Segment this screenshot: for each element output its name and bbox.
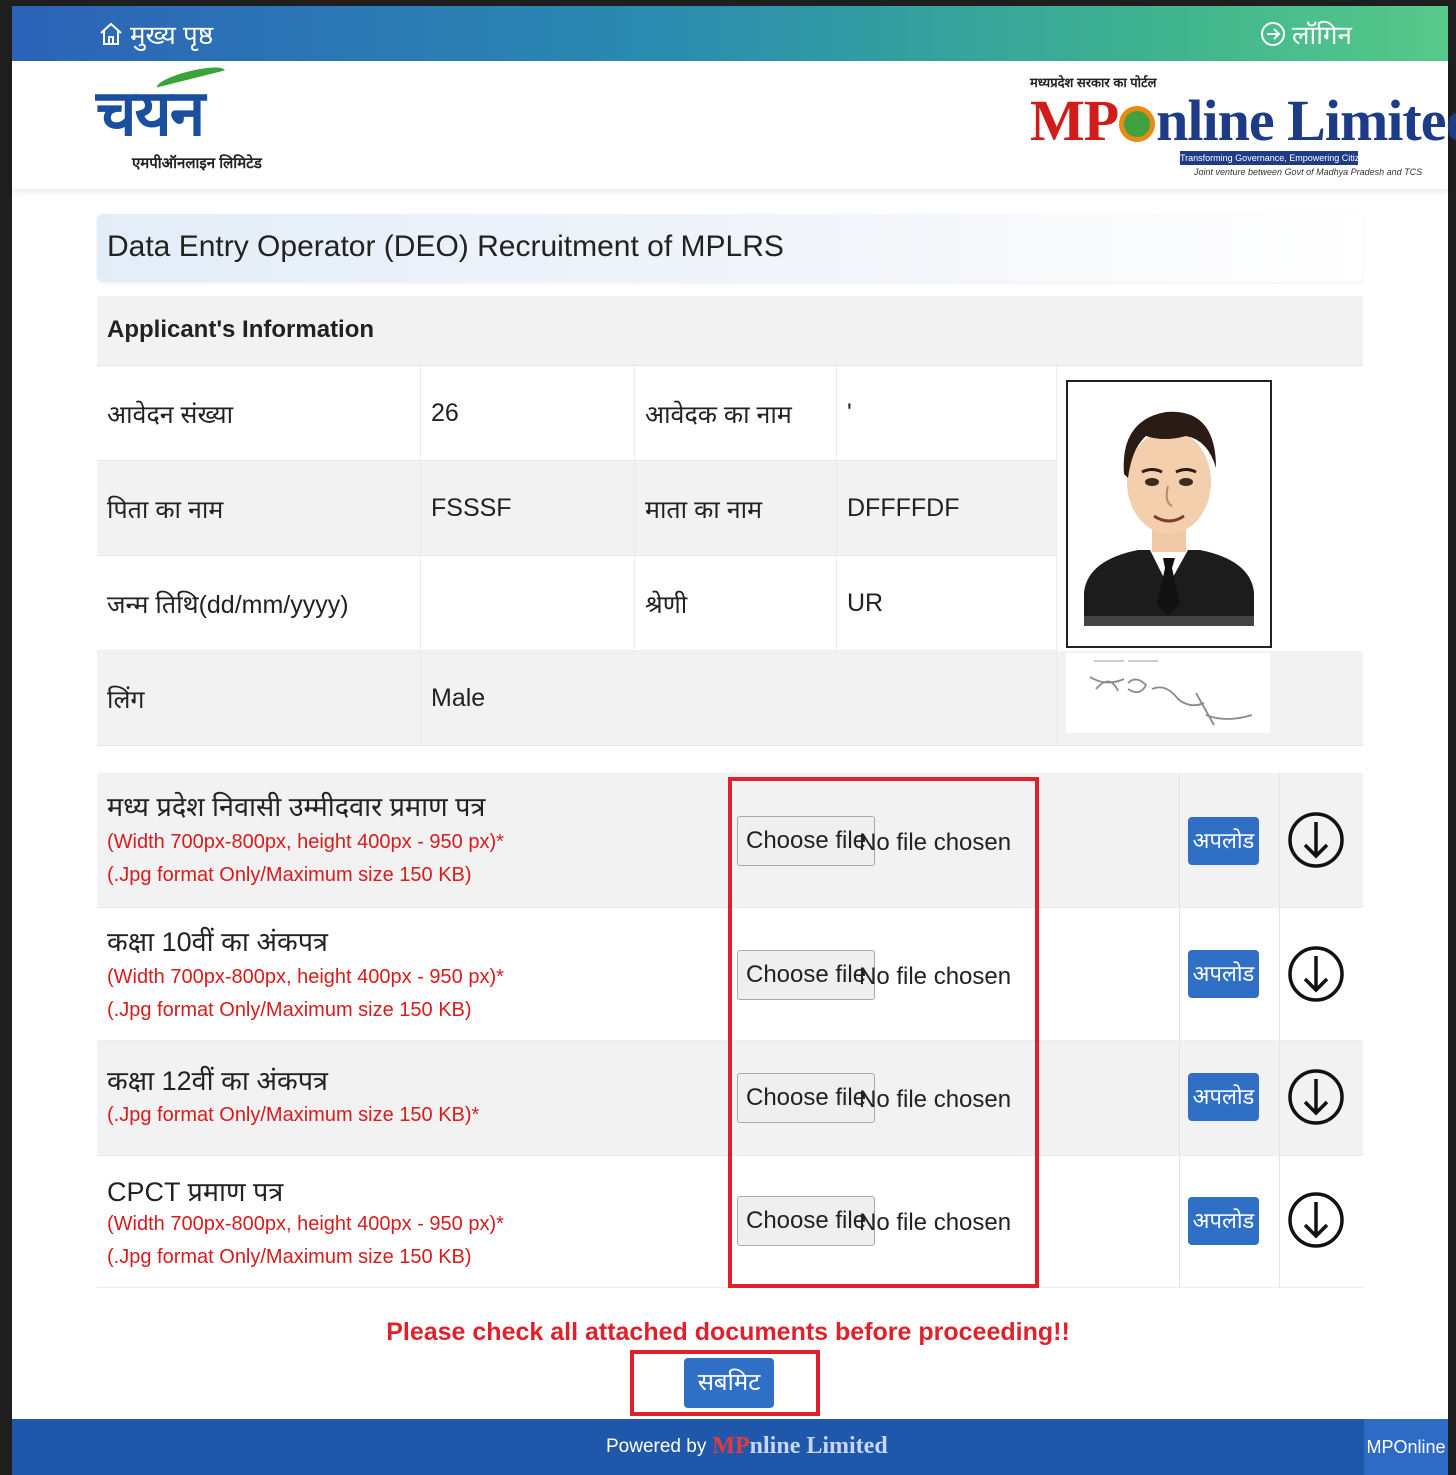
mponline-logo-strip: Transforming Governance, Empowering Citi…	[1180, 151, 1358, 165]
mponline-logo-small: Joint venture between Govt of Madhya Pra…	[1194, 167, 1423, 177]
column-divider	[1179, 908, 1180, 1040]
footer-brand-mp: MP	[712, 1433, 750, 1459]
page-title: Data Entry Operator (DEO) Recruitment of…	[107, 230, 784, 263]
download-arrow-icon[interactable]	[1287, 1055, 1345, 1139]
info-label: जन्म तिथि(dd/mm/yyyy)	[97, 556, 421, 651]
login-arrow-icon	[1260, 22, 1285, 46]
upload-row-hint: (.Jpg format Only/Maximum size 150 KB)*	[107, 1104, 480, 1126]
powered-by: Powered by MPnline Limited	[606, 1433, 888, 1460]
gender-value: Male	[421, 651, 1057, 746]
footer-brand-rest: nline Limited	[749, 1433, 888, 1459]
applicant-photo	[1066, 380, 1272, 648]
applicant-info-header: Applicant's Information	[97, 296, 1363, 366]
info-value: 26	[421, 366, 635, 461]
powered-by-label: Powered by	[606, 1435, 707, 1457]
column-divider	[1179, 773, 1180, 907]
info-row: जन्म तिथि(dd/mm/yyyy) श्रेणी UR	[97, 556, 1057, 651]
upload-row-title: कक्षा 12वीं का अंकपत्र	[107, 1066, 328, 1096]
submit-button[interactable]: सबमिट करें	[684, 1358, 774, 1446]
column-divider	[1279, 1156, 1280, 1287]
home-icon	[100, 22, 122, 45]
brand-mp: MP	[1030, 88, 1119, 153]
site-footer: Powered by MPnline Limited MPOnline	[12, 1419, 1448, 1475]
documents-warning: Please check all attached documents befo…	[386, 1318, 1070, 1346]
site-header: चयन एमपीऑनलाइन लिमिटेड मध्यप्रदेश सरकार …	[12, 61, 1456, 189]
upload-row-hint: (Width 700px-800px, height 400px - 950 p…	[107, 831, 504, 853]
submit-highlight-box: सबमिट करें	[630, 1350, 820, 1446]
info-row: आवेदन संख्या 26 आवेदक का नाम '	[97, 366, 1057, 461]
avatar-photo-icon	[1068, 382, 1270, 646]
info-value	[421, 556, 635, 651]
upload-button[interactable]: अपलोड	[1188, 817, 1259, 865]
upload-button[interactable]: अपलोड	[1188, 1197, 1259, 1245]
file-inputs-highlight-box	[728, 777, 1039, 1288]
gender-label: लिंग	[97, 651, 421, 746]
info-label: आवेदन संख्या	[97, 366, 421, 461]
upload-row-title: CPCT प्रमाण पत्र	[107, 1177, 284, 1207]
top-nav-bar: मुख्य पृष्ठ लॉगिन	[12, 6, 1448, 61]
info-value: UR	[837, 556, 1057, 651]
info-label: पिता का नाम	[97, 461, 421, 556]
info-label: आवेदक का नाम	[635, 366, 837, 461]
applicant-info-heading: Applicant's Information	[107, 316, 375, 343]
column-divider	[1179, 1156, 1180, 1287]
home-link[interactable]: मुख्य पृष्ठ	[98, 16, 213, 52]
upload-row-title: मध्य प्रदेश निवासी उम्मीदवार प्रमाण पत्र	[107, 792, 486, 822]
upload-row-hint: (Width 700px-800px, height 400px - 950 p…	[107, 966, 504, 988]
mponline-logo[interactable]: मध्यप्रदेश सरकार का पोर्टल MP nline Limit…	[1030, 73, 1456, 178]
footer-mponline-tab[interactable]: MPOnline	[1364, 1419, 1448, 1475]
column-divider	[1279, 773, 1280, 907]
info-value: '	[837, 366, 1057, 461]
upload-row-hint: (.Jpg format Only/Maximum size 150 KB)	[107, 864, 472, 886]
info-value: DFFFFDF	[837, 461, 1057, 556]
info-value: FSSSF	[421, 461, 635, 556]
mponline-logo-brand: MP nline Limited	[1030, 87, 1456, 154]
upload-row-hint: (.Jpg format Only/Maximum size 150 KB)	[107, 999, 472, 1021]
column-divider	[1279, 1041, 1280, 1155]
page-title-bar: Data Entry Operator (DEO) Recruitment of…	[97, 214, 1363, 282]
upload-row-hint: (Width 700px-800px, height 400px - 950 p…	[107, 1213, 504, 1235]
upload-button[interactable]: अपलोड	[1188, 950, 1259, 998]
download-arrow-icon[interactable]	[1287, 932, 1345, 1016]
signature-image	[1089, 660, 1253, 726]
footer-mponline-logo[interactable]: MPnline Limited	[712, 1433, 887, 1460]
applicant-signature	[1066, 653, 1270, 733]
download-arrow-icon[interactable]	[1287, 1178, 1345, 1262]
chayan-logo-subtitle: एमपीऑनलाइन लिमिटेड	[132, 155, 262, 172]
logo-emblem-icon	[1119, 106, 1156, 142]
info-row: पिता का नाम FSSSF माता का नाम DFFFFDF	[97, 461, 1057, 556]
info-label: श्रेणी	[635, 556, 837, 651]
chayan-logo-text: चयन	[96, 77, 205, 151]
upload-row-hint: (.Jpg format Only/Maximum size 150 KB)	[107, 1246, 472, 1268]
home-link-label: मुख्य पृष्ठ	[130, 20, 214, 50]
column-divider	[1279, 908, 1280, 1040]
info-label: माता का नाम	[635, 461, 837, 556]
chayan-logo[interactable]: चयन एमपीऑनलाइन लिमिटेड	[96, 62, 266, 177]
login-link-label: लॉगिन	[1291, 20, 1352, 50]
brand-rest: nline Limited	[1156, 88, 1456, 153]
download-arrow-icon[interactable]	[1287, 798, 1345, 882]
column-divider	[1179, 1041, 1180, 1155]
upload-button[interactable]: अपलोड	[1188, 1073, 1259, 1121]
upload-row-title: कक्षा 10वीं का अंकपत्र	[107, 927, 328, 957]
login-link[interactable]: लॉगिन	[1260, 16, 1352, 52]
